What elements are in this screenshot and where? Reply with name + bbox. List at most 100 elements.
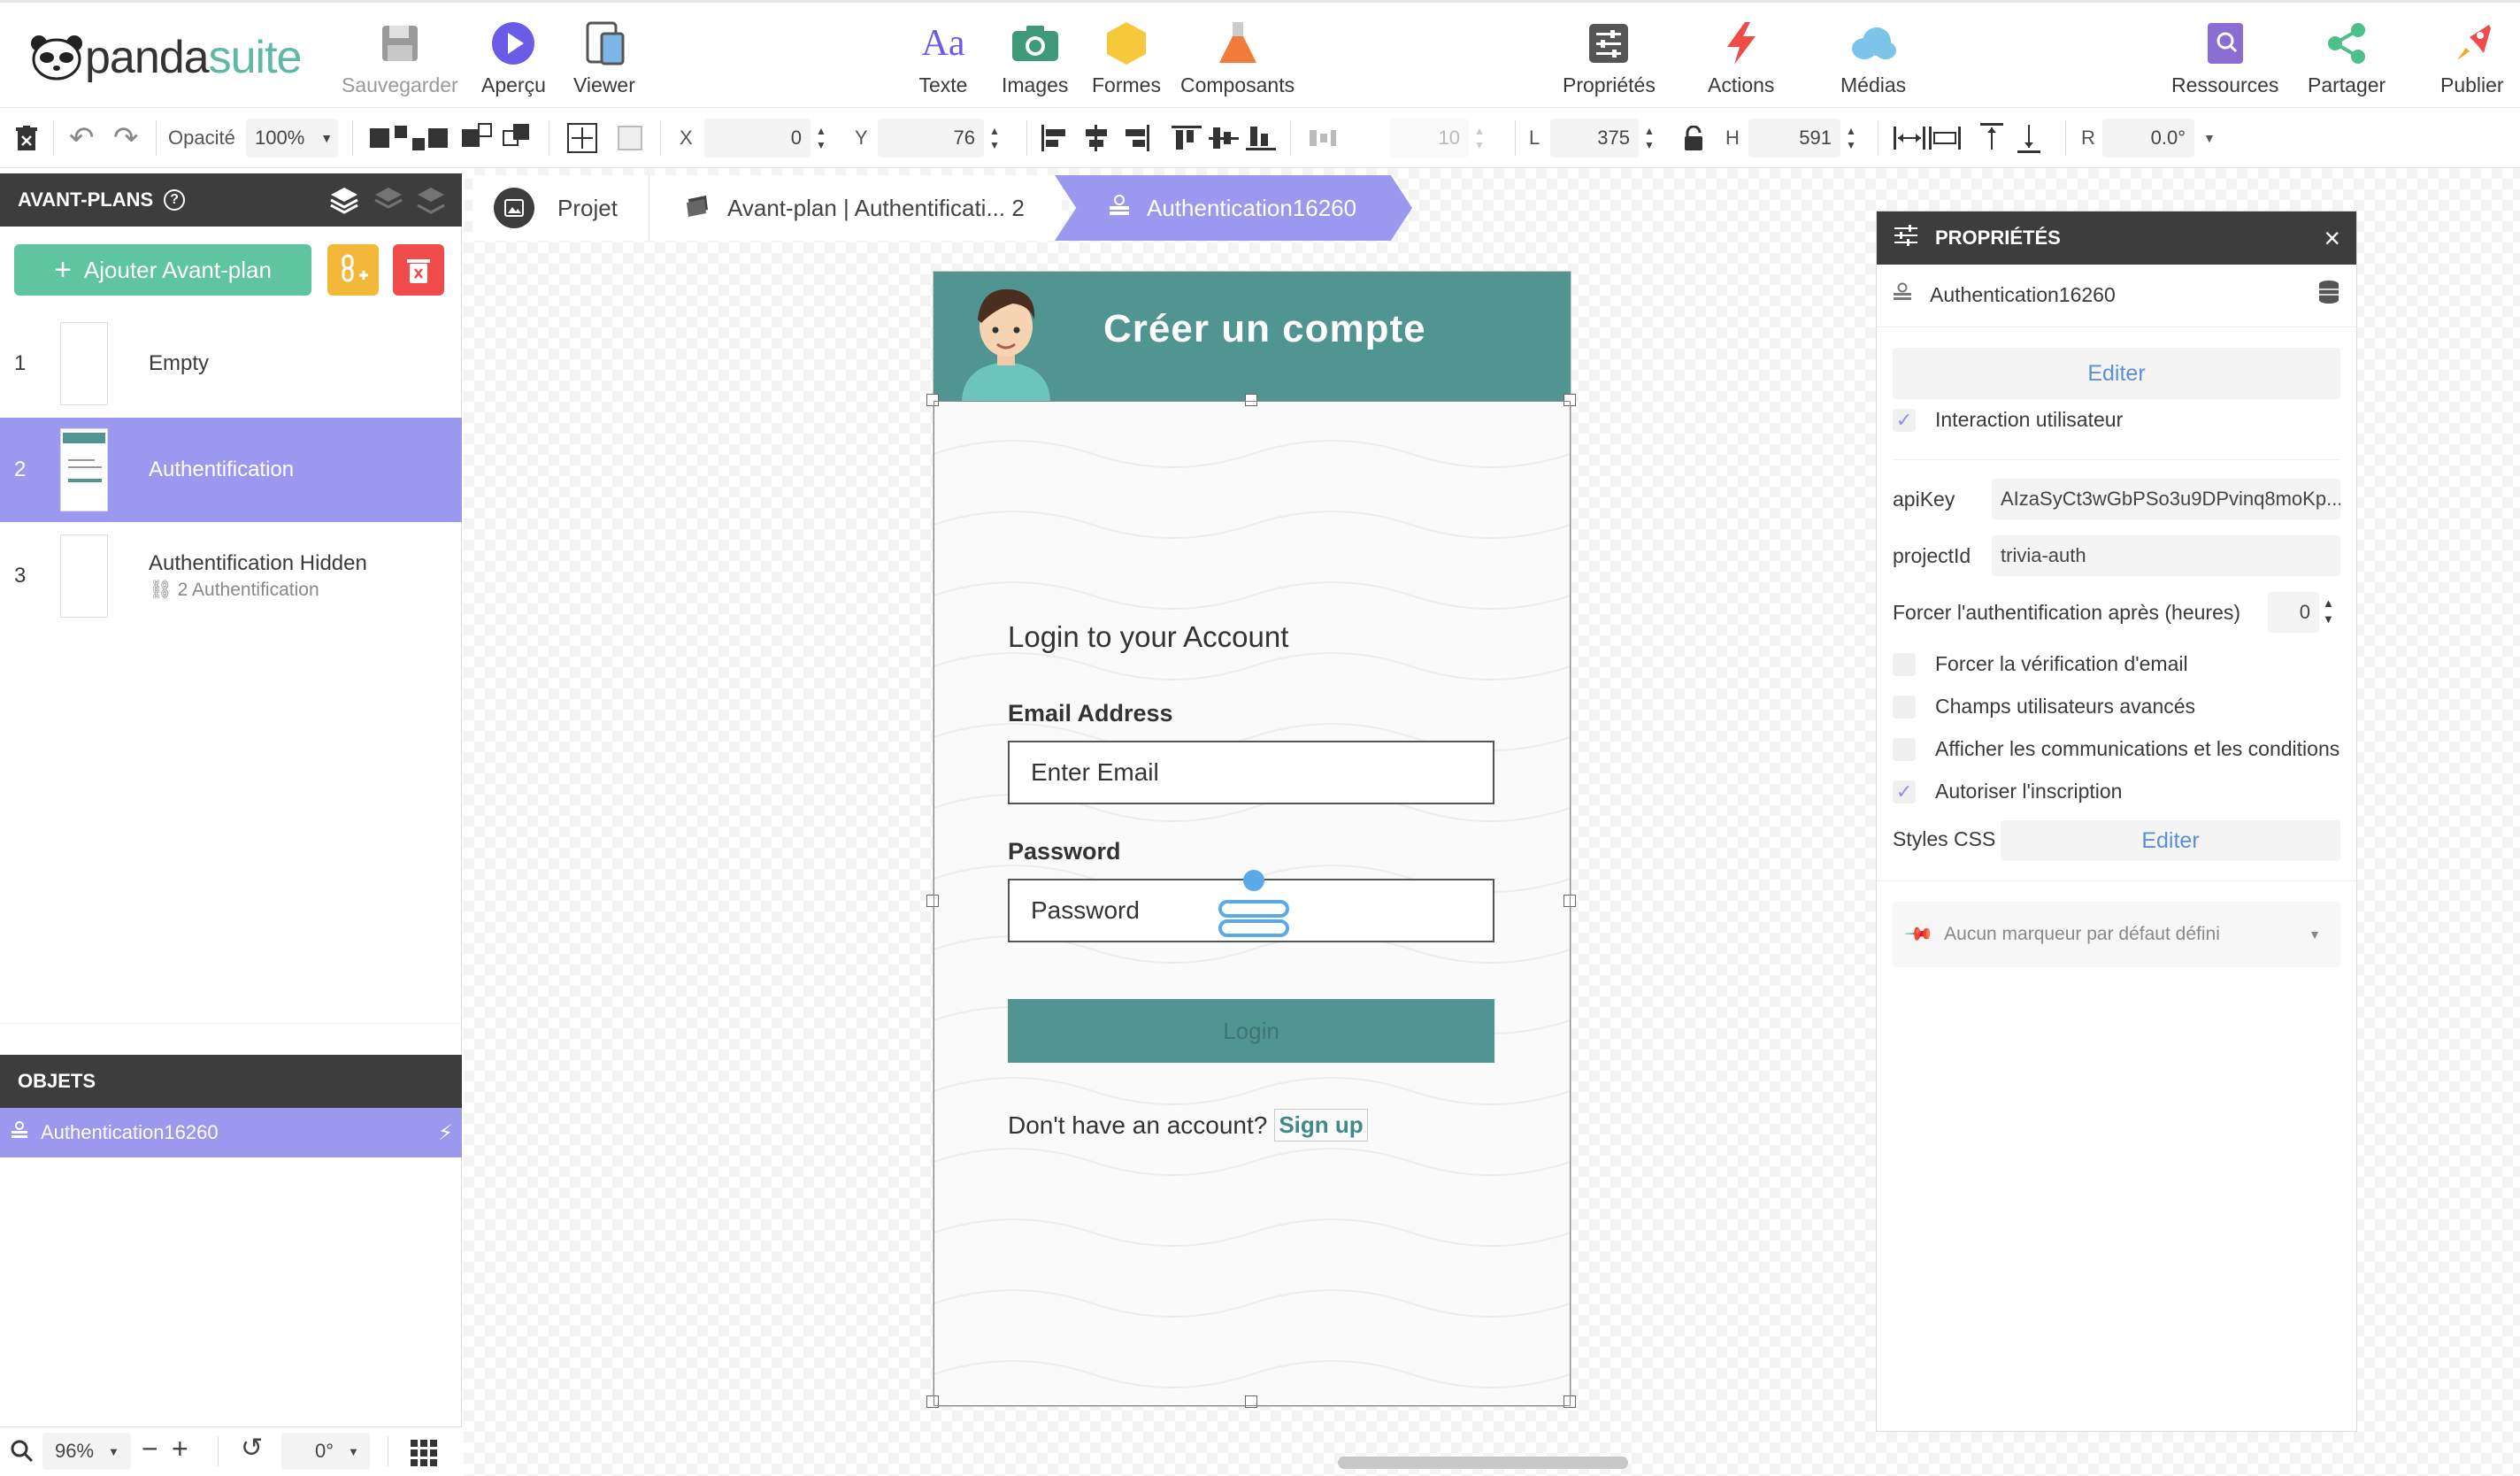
fit-to-page-icon[interactable] xyxy=(566,108,598,168)
y-stepper[interactable]: ▲ ▼ xyxy=(989,124,1000,152)
actions-button[interactable]: Actions xyxy=(1708,19,1774,97)
send-to-back-icon[interactable] xyxy=(503,108,529,168)
add-linked-foreground-button[interactable] xyxy=(327,244,379,296)
spacing-stepper[interactable]: ▲ ▼ xyxy=(1474,124,1485,152)
chevron-down-icon: ▼ xyxy=(108,1444,119,1458)
help-icon[interactable]: ? xyxy=(164,189,186,211)
match-height-alt-icon[interactable] xyxy=(2016,108,2042,168)
align-middle-icon[interactable] xyxy=(1209,108,1239,168)
resources-button[interactable]: Ressources xyxy=(2171,19,2278,97)
close-icon[interactable]: × xyxy=(2324,222,2340,255)
layers-stack-alt-icon[interactable] xyxy=(373,186,403,219)
media-button[interactable]: Médias xyxy=(1840,19,1906,97)
user-interaction-checkbox[interactable]: ✓ Interaction utilisateur xyxy=(1893,408,2123,432)
height-stepper[interactable]: ▲ ▼ xyxy=(1846,124,1856,152)
grid-icon[interactable] xyxy=(411,1440,437,1472)
width-input[interactable]: 375 ▲ ▼ xyxy=(1550,108,1655,168)
undo-icon[interactable]: ↶ xyxy=(69,108,95,168)
layers-stack-icon[interactable] xyxy=(329,186,359,219)
viewer-button[interactable]: Viewer xyxy=(573,19,635,97)
preview-button[interactable]: Aperçu xyxy=(481,19,546,97)
redo-icon[interactable]: ↷ xyxy=(113,108,139,168)
apikey-input[interactable]: AIzaSyCt3wGbPSo3u9DPvinq8moKp... xyxy=(1992,479,2340,519)
marker-select[interactable]: 📌 Aucun marqueur par défaut défini ▼ xyxy=(1893,902,2340,967)
allow-signup-checkbox[interactable]: ✓ Autoriser l'inscription xyxy=(1893,780,2122,803)
align-bottom-icon[interactable] xyxy=(1246,108,1276,168)
edit-button[interactable]: Editer xyxy=(1893,348,2340,399)
match-height-icon[interactable] xyxy=(1978,108,2005,168)
signup-row: Don't have an account? Sign up xyxy=(1008,1109,1368,1142)
match-width-alt-icon[interactable] xyxy=(1929,108,1961,168)
breadcrumb-project[interactable]: Projet xyxy=(472,175,649,241)
delete-icon[interactable] xyxy=(16,108,37,168)
database-icon[interactable] xyxy=(2317,280,2340,310)
align-top-icon[interactable] xyxy=(1172,108,1202,168)
add-foreground-button[interactable]: + Ajouter Avant-plan xyxy=(14,244,311,296)
foreground-item-authentification-hidden[interactable]: 3 Authentification Hidden ⛓ 2 Authentific… xyxy=(0,524,462,628)
resize-handle-bottom-right[interactable] xyxy=(1563,1395,1576,1408)
object-item-authentication[interactable]: Authentication16260 ⚡ xyxy=(0,1108,462,1157)
zoom-select[interactable]: 96% ▼ xyxy=(42,1433,131,1470)
text-button[interactable]: Aa Texte xyxy=(918,19,968,97)
bring-forward-icon[interactable] xyxy=(370,108,407,168)
canvas-scrollbar[interactable] xyxy=(1338,1457,1628,1469)
foreground-item-authentification[interactable]: 2 Authentification xyxy=(0,418,462,522)
align-right-icon[interactable] xyxy=(1120,108,1150,168)
force-auth-label: Forcer l'authentification après (heures) xyxy=(1893,601,2241,624)
send-backward-icon[interactable] xyxy=(412,108,448,168)
force-email-checkbox[interactable]: Forcer la vérification d'email xyxy=(1893,652,2188,676)
x-stepper[interactable]: ▲ ▼ xyxy=(816,124,826,152)
action-bolt-icon[interactable]: ⚡ xyxy=(438,1120,453,1146)
foreground-item-empty[interactable]: 1 Empty xyxy=(0,311,462,416)
bring-to-front-icon[interactable] xyxy=(462,108,492,168)
resize-handle-right[interactable] xyxy=(1563,895,1576,907)
align-left-icon[interactable] xyxy=(1041,108,1071,168)
y-input[interactable]: 76 ▲ ▼ xyxy=(878,108,1000,168)
rotate-reset-icon[interactable]: ↺ xyxy=(241,1433,263,1464)
publish-button[interactable]: Publier xyxy=(2440,19,2504,97)
search-zoom-icon[interactable] xyxy=(11,1440,34,1468)
resize-handle-top-left[interactable] xyxy=(926,394,939,406)
projectid-input[interactable]: trivia-auth xyxy=(1992,535,2340,576)
login-button[interactable]: Login xyxy=(1008,999,1494,1063)
distribute-horizontal-icon[interactable] xyxy=(1308,108,1338,168)
css-edit-button[interactable]: Editer xyxy=(2001,820,2340,861)
rotation-handle[interactable] xyxy=(1243,870,1264,891)
force-auth-stepper[interactable]: ▲ ▼ xyxy=(2323,596,2334,627)
resize-handle-top-right[interactable] xyxy=(1563,394,1576,406)
email-input[interactable]: Enter Email xyxy=(1008,741,1494,804)
show-comms-checkbox[interactable]: Afficher les communications et les condi… xyxy=(1893,737,2339,761)
zoom-in-icon[interactable]: + xyxy=(172,1433,188,1465)
resize-handle-top[interactable] xyxy=(1245,394,1257,406)
canvas-rotation-select[interactable]: 0° ▼ xyxy=(281,1433,370,1470)
force-auth-input[interactable]: 0 xyxy=(2268,592,2319,633)
signup-link[interactable]: Sign up xyxy=(1274,1109,1368,1142)
properties-button[interactable]: Propriétés xyxy=(1563,19,1656,97)
save-button[interactable]: Sauvegarder xyxy=(342,19,458,97)
resize-handle-bottom[interactable] xyxy=(1245,1395,1257,1408)
panel-resize-grip[interactable] xyxy=(0,1023,462,1039)
breadcrumb-page[interactable]: Avant-plan | Authentificati... 2 xyxy=(649,175,1062,241)
width-stepper[interactable]: ▲ ▼ xyxy=(1644,124,1655,152)
opacity-select[interactable]: 100% ▼ xyxy=(246,108,338,168)
advanced-fields-checkbox[interactable]: Champs utilisateurs avancés xyxy=(1893,695,2195,719)
height-input[interactable]: 591 ▲ ▼ xyxy=(1748,108,1856,168)
share-button[interactable]: Partager xyxy=(2308,19,2386,97)
align-center-icon[interactable] xyxy=(1081,108,1111,168)
lock-ratio-icon[interactable] xyxy=(1683,108,1704,168)
spacing-input[interactable]: 10 ▲ ▼ xyxy=(1389,108,1485,168)
delete-foreground-button[interactable] xyxy=(393,244,444,296)
x-input[interactable]: 0 ▲ ▼ xyxy=(704,108,826,168)
breadcrumb-object[interactable]: Authentication16260 xyxy=(1055,175,1412,241)
rotation-select[interactable]: 0.0° ▼ xyxy=(2102,108,2216,168)
full-size-icon[interactable] xyxy=(618,108,642,168)
components-button[interactable]: Composants xyxy=(1180,19,1295,97)
zoom-out-icon[interactable]: − xyxy=(142,1433,158,1465)
resize-handle-bottom-left[interactable] xyxy=(926,1395,939,1408)
match-width-icon[interactable] xyxy=(1894,108,1925,168)
resize-handle-left[interactable] xyxy=(926,895,939,907)
auth-component-preview[interactable]: Créer un compte Login to your Account Em… xyxy=(926,271,1576,1408)
shapes-button[interactable]: Formes xyxy=(1092,19,1161,97)
layers-stack-alt2-icon[interactable] xyxy=(416,186,446,219)
images-button[interactable]: Images xyxy=(1002,19,1068,97)
